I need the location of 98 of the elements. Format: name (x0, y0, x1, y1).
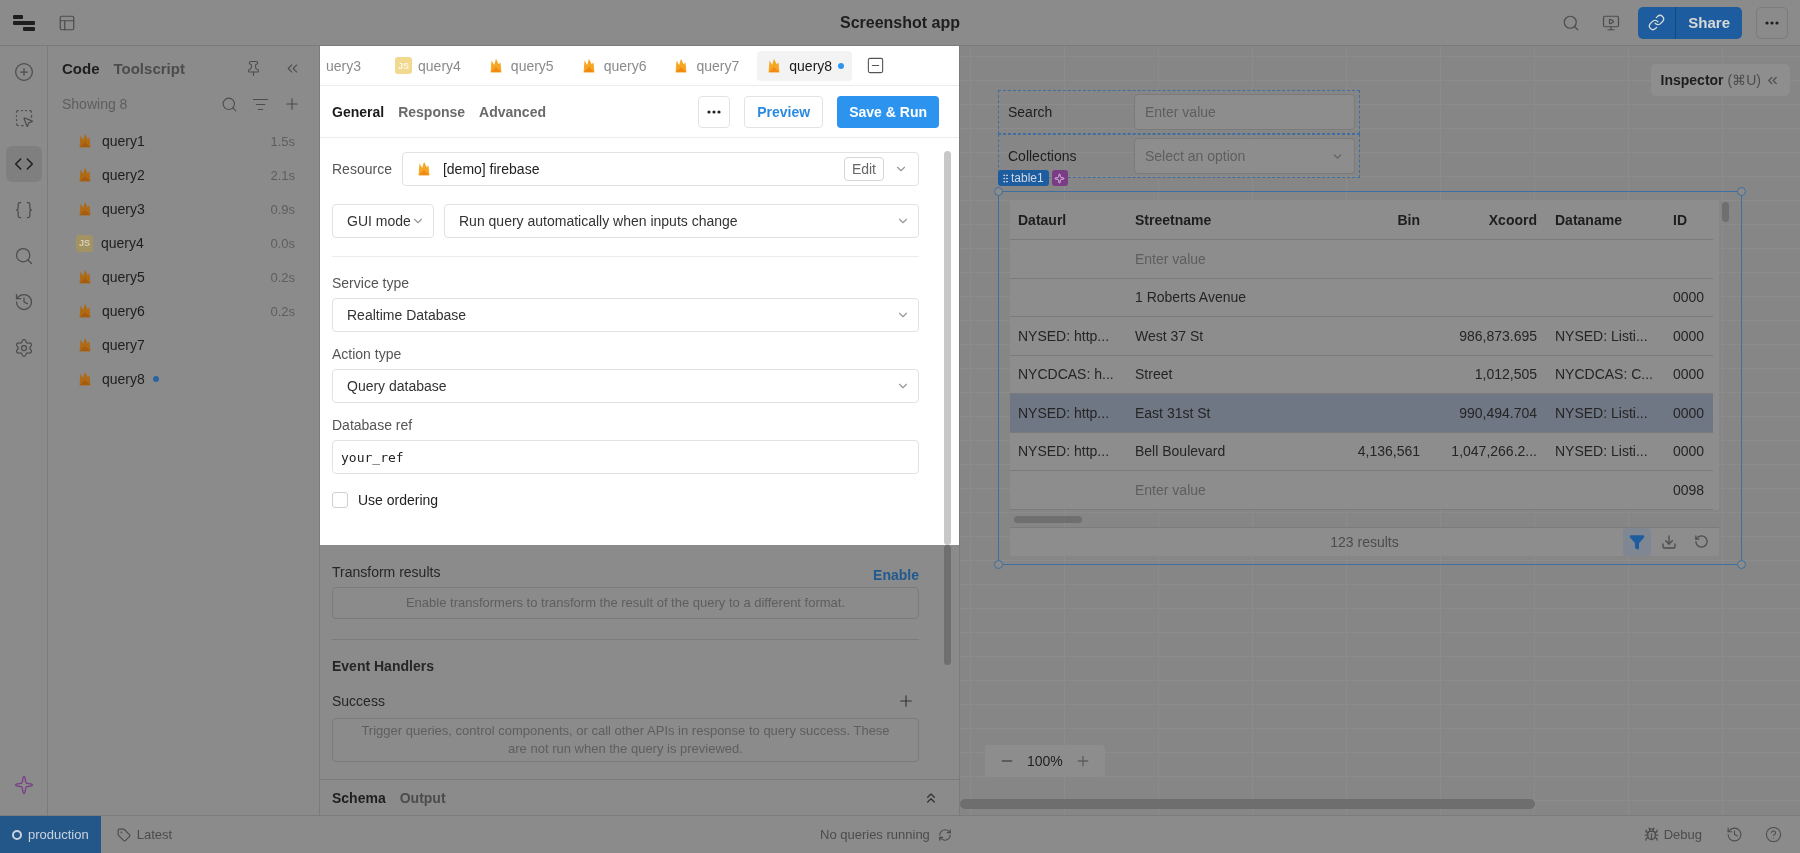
environment-button[interactable]: production (0, 816, 101, 853)
filter-icon (1629, 533, 1645, 550)
download-icon (1661, 533, 1677, 550)
section-title: Event Handlers (332, 658, 435, 674)
save-run-button[interactable]: Save & Run (837, 95, 939, 128)
filter-button[interactable] (1623, 527, 1651, 556)
mode-select[interactable]: GUI mode (332, 204, 434, 238)
select-field[interactable]: Realtime Database (332, 298, 919, 332)
environment-icon (12, 829, 22, 840)
ellipsis-icon (1765, 20, 1779, 25)
section-tab[interactable]: Advanced (479, 103, 546, 120)
table-cell: NYSED: Listi... (1547, 317, 1665, 356)
resize-handle[interactable] (994, 187, 1003, 196)
query-item[interactable]: query7 (62, 328, 305, 362)
table-cell: 0000 (1665, 394, 1713, 433)
field-label: Resource (332, 161, 392, 177)
bottom-tab[interactable]: Output (399, 789, 446, 806)
debug-button[interactable]: Debug (1637, 826, 1708, 843)
table-cell: NYSED: http... (1010, 394, 1127, 433)
sparkle-icon (1054, 172, 1066, 184)
query-tab[interactable]: uery3 (320, 50, 370, 81)
table-cell: 0098 (1665, 471, 1713, 510)
ellipsis-icon (707, 109, 722, 114)
query-tab[interactable]: query6 (571, 50, 655, 81)
query-tab[interactable]: query5 (478, 50, 562, 81)
resize-handle[interactable] (994, 560, 1003, 569)
query-tab[interactable]: query7 (664, 50, 748, 81)
column-header[interactable]: Dataname (1547, 200, 1665, 240)
query-item[interactable]: query8 (62, 362, 305, 396)
resize-handle[interactable] (1737, 187, 1746, 196)
table-cell: NYSED: Listi... (1547, 394, 1665, 433)
scrollbar[interactable] (1722, 202, 1729, 222)
column-header[interactable]: Streetname (1127, 200, 1290, 240)
section-tab[interactable]: Response (398, 103, 466, 120)
form-label: Collections (1008, 148, 1078, 164)
results-count: 123 results (1330, 533, 1399, 550)
sparkle-button[interactable] (1051, 170, 1068, 186)
field-label: Action type (332, 346, 403, 362)
edit-button[interactable]: Edit (843, 157, 884, 181)
table-cell: 4,136,561 (1290, 432, 1430, 471)
preview-button[interactable]: Preview (744, 95, 824, 128)
input-field[interactable]: your_ref (332, 440, 919, 474)
trigger-select[interactable]: Run query automatically when inputs change (444, 204, 919, 238)
table-cell: 1,047,266.2... (1430, 432, 1547, 471)
checkbox[interactable] (332, 492, 348, 508)
scrollbar[interactable] (944, 545, 951, 665)
run-status: No queries running (820, 827, 930, 842)
inspector-button[interactable]: Inspector (⌘U) (1650, 64, 1790, 96)
resize-handle[interactable] (1737, 560, 1746, 569)
table-cell: 0000 (1665, 432, 1713, 471)
table-cell: East 31st St (1127, 394, 1290, 433)
bug-icon (1643, 827, 1659, 842)
select-field[interactable]: Query database (332, 369, 919, 403)
component-tag[interactable]: table1 (998, 170, 1049, 186)
tag-icon (116, 827, 131, 842)
link-button[interactable] (1638, 6, 1677, 39)
table-cell: 990,494.704 (1430, 394, 1547, 433)
scrollbar[interactable] (944, 151, 951, 545)
table-cell: NYSED: Listi... (1547, 432, 1665, 471)
js-icon: JS (395, 57, 413, 74)
scrollbar[interactable] (1014, 515, 1082, 523)
code-icon[interactable] (5, 146, 42, 182)
table-cell: NYSED: http... (1010, 317, 1127, 356)
table-cell: 1 Roberts Avenue (1127, 278, 1290, 317)
table-cell: NYSED: http... (1010, 432, 1127, 471)
bottom-tab[interactable]: Schema (332, 789, 386, 806)
resource-select[interactable]: [demo] firebase Edit (401, 152, 919, 186)
table-cell: 986,873.695 (1430, 317, 1547, 356)
link-icon (1648, 14, 1666, 31)
more-button[interactable] (1756, 6, 1788, 39)
zoom-level: 100% (1027, 753, 1063, 769)
sync-icon[interactable] (937, 827, 952, 842)
column-header[interactable]: ID (1665, 200, 1713, 240)
column-header[interactable]: Xcoord (1430, 200, 1547, 240)
scrollbar[interactable] (960, 799, 1535, 809)
app-title: Screenshot app (840, 13, 960, 32)
table-cell: 0000 (1665, 317, 1713, 356)
table-cell: West 37 St (1127, 317, 1290, 356)
reset-icon (1693, 534, 1709, 550)
field-label: Database ref (332, 417, 414, 433)
form-label: Search (1008, 104, 1054, 120)
checkbox-label: Use ordering (358, 492, 439, 508)
grip-icon (1000, 172, 1011, 184)
share-button[interactable]: Share (1676, 6, 1742, 39)
field-label: Service type (332, 275, 411, 291)
table-cell: 0000 (1665, 278, 1713, 317)
version-button[interactable]: Latest (110, 826, 179, 843)
js-icon: JS (76, 234, 93, 252)
table-cell: Bell Boulevard (1127, 432, 1290, 471)
query-tab[interactable]: JS query4 (387, 50, 469, 81)
column-header[interactable]: Dataurl (1010, 200, 1127, 240)
sidebar-tab[interactable]: Toolscript (113, 59, 185, 77)
sidebar-tab[interactable]: Code (62, 59, 100, 77)
section-title: Transform results (332, 564, 441, 580)
column-header[interactable]: Bin (1290, 200, 1430, 240)
section-tab[interactable]: General (332, 103, 385, 120)
query-tab[interactable]: query8 (757, 50, 853, 81)
event-label: Success (332, 693, 385, 709)
